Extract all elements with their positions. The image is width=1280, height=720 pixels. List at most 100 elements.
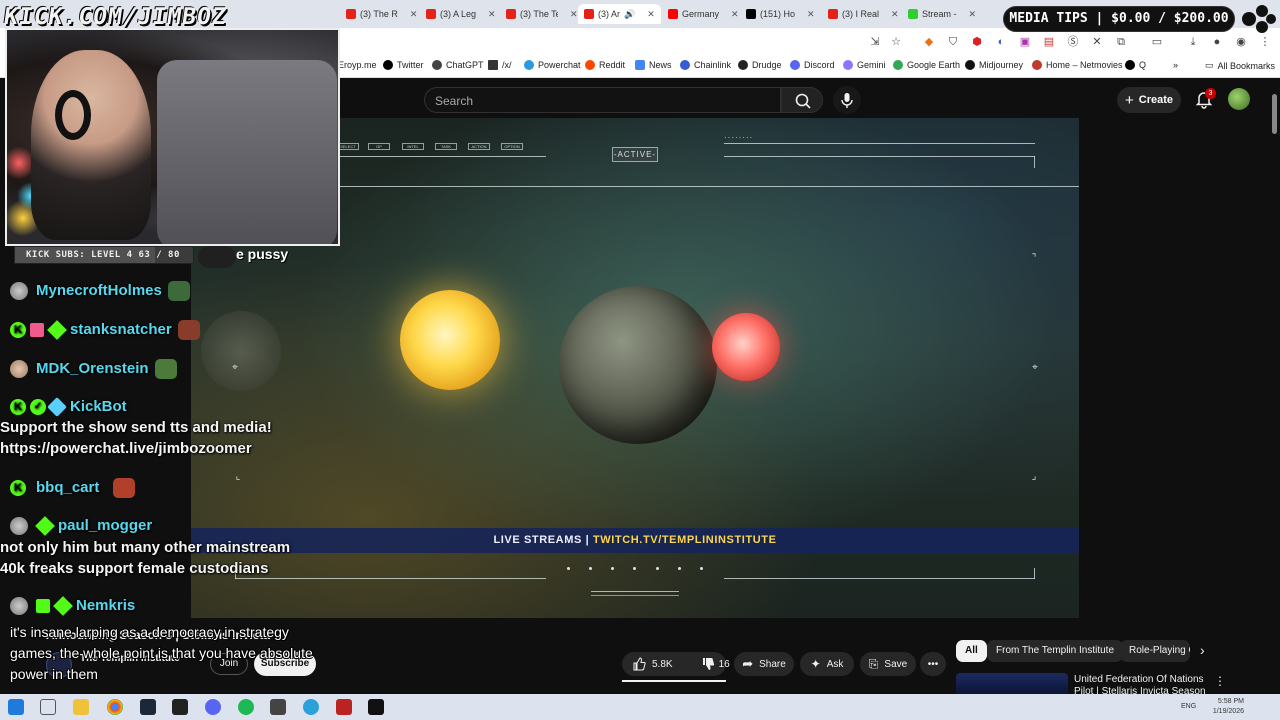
browser-tab[interactable]: (3) A Leg ✕ [420,4,502,24]
profile-icon[interactable]: ● [1210,35,1224,49]
close-icon[interactable]: ✕ [891,9,899,20]
browser-tab-active[interactable]: (3) Ar 🔊 ✕ [578,4,661,24]
spotify-icon[interactable] [238,699,254,715]
dislike-button[interactable]: 16 [701,657,730,671]
tray-language[interactable]: ENG [1181,703,1196,710]
kick-subs-text: KICK SUBS: LEVEL 4 63 / 80 [26,250,180,260]
midjourney-icon [965,60,975,70]
recommended-menu-icon[interactable]: ⋮ [1214,674,1226,688]
bookmark-item[interactable]: Drudge [738,60,782,70]
scrollbar-thumb[interactable] [1272,94,1277,134]
browser-tab[interactable]: Germany ✕ [662,4,745,24]
browser-tab[interactable]: (3) I Real ✕ [822,4,905,24]
bookmark-item[interactable]: Q [1125,60,1146,70]
search-input[interactable]: Search [424,87,781,113]
browser-tab[interactable]: Stream - ✕ [902,4,982,24]
windows-start-icon[interactable] [8,699,24,715]
save-button[interactable]: ⎘ Save [860,652,916,676]
hud-dot [567,567,570,570]
puzzle-icon[interactable]: ⧉ [1114,35,1128,49]
close-icon[interactable]: ✕ [807,9,815,20]
chevron-right-icon[interactable]: › [1200,642,1205,658]
shield-icon[interactable]: ⛉ [946,35,960,49]
discord-icon [790,60,800,70]
obs-icon[interactable] [368,699,384,715]
chat-message: MynecroftHolmes [10,281,190,301]
drudge-icon [738,60,748,70]
chip-all[interactable]: All [956,640,987,662]
create-button[interactable]: + Create [1117,87,1181,113]
metamask-icon[interactable]: ◆ [922,35,936,49]
bookmark-item[interactable]: Discord [790,60,835,70]
search-button[interactable] [781,87,823,113]
tray-clock[interactable]: 5:58 PM 1/19/2026 [1204,697,1244,717]
install-icon[interactable]: ⇲ [868,35,882,49]
chrome-icon[interactable] [107,699,123,715]
close-icon[interactable]: ✕ [570,9,578,20]
bookmark-item[interactable]: Google Earth [893,60,960,70]
bookmark-label: Drudge [752,60,782,70]
ask-button[interactable]: ✦ Ask [800,652,854,676]
chat-overlay: MynecroftHolmes Kstanksnatcher MDK_Orens… [0,275,330,625]
close-icon[interactable]: ✕ [731,9,739,20]
close-icon[interactable]: ✕ [410,9,418,20]
telegram-icon[interactable] [303,699,319,715]
kick-badge-icon: K [10,322,26,338]
emote-icon [167,281,190,301]
bookmark-item[interactable]: Eroyp.me [338,60,377,70]
all-bookmarks[interactable]: ▭ All Bookmarks [1205,60,1275,71]
ask-label: Ask [826,658,844,670]
chip-from-channel[interactable]: From The Templin Institute [987,640,1124,662]
sidepanel-icon[interactable]: ▭ [1150,35,1164,49]
file-explorer-icon[interactable] [73,699,89,715]
terminal-icon[interactable] [172,699,188,715]
more-actions-button[interactable]: ••• [920,652,946,676]
like-button[interactable]: 5.8K [632,657,673,671]
download-icon[interactable]: ⤓ [1186,35,1200,49]
extension-icon[interactable]: ◐ [994,35,1008,49]
account-avatar[interactable] [1228,88,1250,110]
recommended-thumbnail[interactable] [956,673,1068,694]
extension-icon[interactable]: Ⓢ [1066,35,1080,49]
hud-dots: ········ [724,133,754,142]
close-icon[interactable]: ✕ [647,9,655,20]
speaker-icon[interactable]: 🔊 [624,9,635,20]
close-icon[interactable]: ✕ [488,9,496,20]
donation-badge [198,246,236,268]
close-icon[interactable]: ✕ [969,9,977,20]
bookmark-item[interactable]: Twitter [383,60,424,70]
bookmark-item[interactable]: Midjourney [965,60,1023,70]
bookmark-item[interactable]: Chainlink [680,60,731,70]
x-icon[interactable]: ✕ [1090,35,1104,49]
extension-icon[interactable]: ▤ [1042,35,1056,49]
chip-role-playing[interactable]: Role-Playing G [1120,640,1190,662]
extension-icon[interactable]: ▣ [1018,35,1032,49]
bookmark-item[interactable]: /x/ [488,60,512,70]
share-button[interactable]: ➦ Share [734,652,794,676]
bookmark-item[interactable]: ChatGPT [432,60,484,70]
kick-badge-icon: K [10,399,26,416]
steam-icon[interactable] [140,699,156,715]
browser-tab[interactable]: (3) The Te ✕ [500,4,584,24]
task-view-icon[interactable] [40,699,56,715]
bookmark-item[interactable]: News [635,60,672,70]
app-icon[interactable] [336,699,352,715]
discord-icon[interactable] [205,699,221,715]
reddit-icon [585,60,595,70]
tray-date: 1/19/2026 [1212,708,1244,715]
chrome-profile-icon[interactable]: ◉ [1234,35,1248,49]
star-icon[interactable]: ☆ [889,35,903,49]
bookmark-item[interactable]: Reddit [585,60,625,70]
bookmark-item[interactable]: Home – Netmovies [1032,60,1123,70]
bookmark-item[interactable]: Gemini [843,60,886,70]
bookmarks-overflow[interactable]: » [1173,60,1178,70]
hud-line [591,595,679,596]
emote-icon [177,320,200,340]
menu-icon[interactable]: ⋮ [1258,35,1272,49]
adblock-icon[interactable]: ⬢ [970,35,984,49]
voice-search-button[interactable] [833,86,861,114]
browser-tab[interactable]: (151) Ho ✕ [740,4,821,24]
browser-tab[interactable]: (3) The R ✕ [340,4,423,24]
bookmark-item[interactable]: Powerchat [524,60,581,70]
app-icon[interactable] [270,699,286,715]
